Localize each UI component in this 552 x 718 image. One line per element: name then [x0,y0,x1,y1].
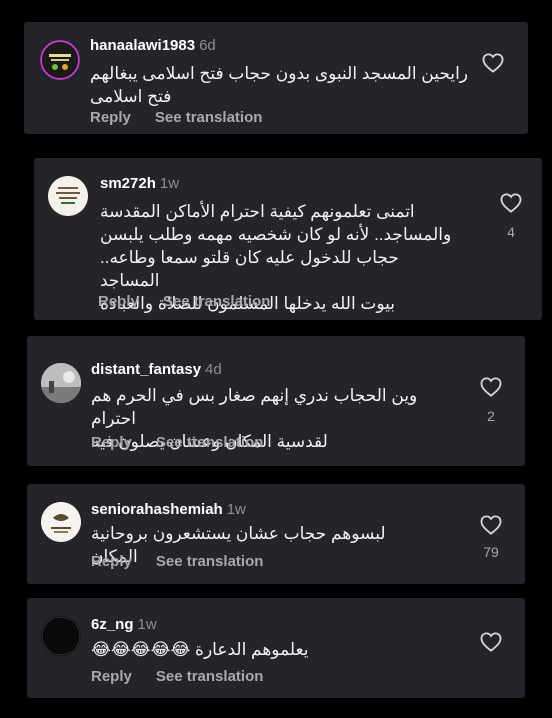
comment-line: حجاب للدخول عليه كان قلتو سمعا وطاعه.. ا… [100,248,399,290]
like-count: 79 [483,544,499,560]
comment-timestamp: 1w [159,175,180,192]
reply-button[interactable]: Reply [91,434,132,451]
like-count: 4 [507,224,515,240]
avatar-image-icon [41,363,81,403]
avatar-image-icon [40,40,80,80]
comment-timestamp: 6d [199,37,216,54]
heart-icon[interactable] [500,193,522,213]
avatar[interactable] [40,40,80,80]
avatar[interactable] [41,616,81,656]
comment-card: distant_fantasy 4d وين الحجاب ندري إنهم ص… [27,336,525,466]
comment-username[interactable]: distant_fantasy 4d [91,361,222,378]
comment-line: فتح اسلامى [90,87,172,106]
avatar[interactable] [41,363,81,403]
comment-timestamp: 1w [137,616,157,633]
heart-icon[interactable] [480,515,502,535]
comment-timestamp: 1w [226,501,246,518]
see-translation-button[interactable]: See translation [163,293,271,310]
avatar[interactable] [48,176,88,216]
comment-line: وين الحجاب ندري إنهم صغار بس في الحرم هم… [91,386,418,428]
comment-username[interactable]: seniorahashemiah 1w [91,501,246,518]
heart-icon[interactable] [480,377,502,397]
like-count: 2 [487,408,495,424]
comment-card: seniorahashemiah 1w لبسوهم حجاب عشان يستش… [27,484,525,584]
see-translation-button[interactable]: See translation [155,109,263,126]
avatar[interactable] [41,502,81,542]
reply-button[interactable]: Reply [98,293,139,310]
comment-line: رايحين المسجد النبوى بدون حجاب فتح اسلام… [90,64,469,83]
comment-card: hanaalawi1983 6d رايحين المسجد النبوى بدو… [24,22,528,134]
see-translation-button[interactable]: See translation [156,434,264,451]
comment-actions: Reply See translation [90,109,262,126]
comment-line: اتمنى تعلمونهم كيفية احترام الأماكن المق… [100,202,415,221]
comment-actions: Reply See translation [91,434,263,451]
comment-line: والمساجد.. لأنه لو كان شخصيه مهمه وطلب ي… [100,225,452,244]
heart-icon[interactable] [480,632,502,652]
comment-username[interactable]: 6z_ng 1w [91,616,157,633]
see-translation-button[interactable]: See translation [156,668,264,685]
comment-username[interactable]: hanaalawi1983 6d [90,37,216,54]
avatar-image-icon [41,502,81,542]
comment-text: رايحين المسجد النبوى بدون حجاب فتح اسلام… [90,62,474,108]
heart-icon[interactable] [482,53,504,73]
reply-button[interactable]: Reply [90,109,131,126]
comment-actions: Reply See translation [98,293,270,310]
reply-button[interactable]: Reply [91,668,132,685]
see-translation-button[interactable]: See translation [156,553,264,570]
avatar-image-icon [41,616,81,656]
comment-actions: Reply See translation [91,668,263,685]
comment-text: يعلموهم الدعارة 😂😂😂😂😂 [91,638,331,661]
comment-card: sm272h 1w اتمنى تعلمونهم كيفية احترام الأ… [34,158,542,320]
comment-username[interactable]: sm272h 1w [100,175,179,192]
comment-actions: Reply See translation [91,553,263,570]
reply-button[interactable]: Reply [91,553,132,570]
comment-line: يعلموهم الدعارة 😂😂😂😂😂 [91,640,309,659]
comment-card: 6z_ng 1w يعلموهم الدعارة 😂😂😂😂😂 Reply See t… [27,598,525,698]
comment-timestamp: 4d [205,361,222,378]
avatar-image-icon [48,176,88,216]
